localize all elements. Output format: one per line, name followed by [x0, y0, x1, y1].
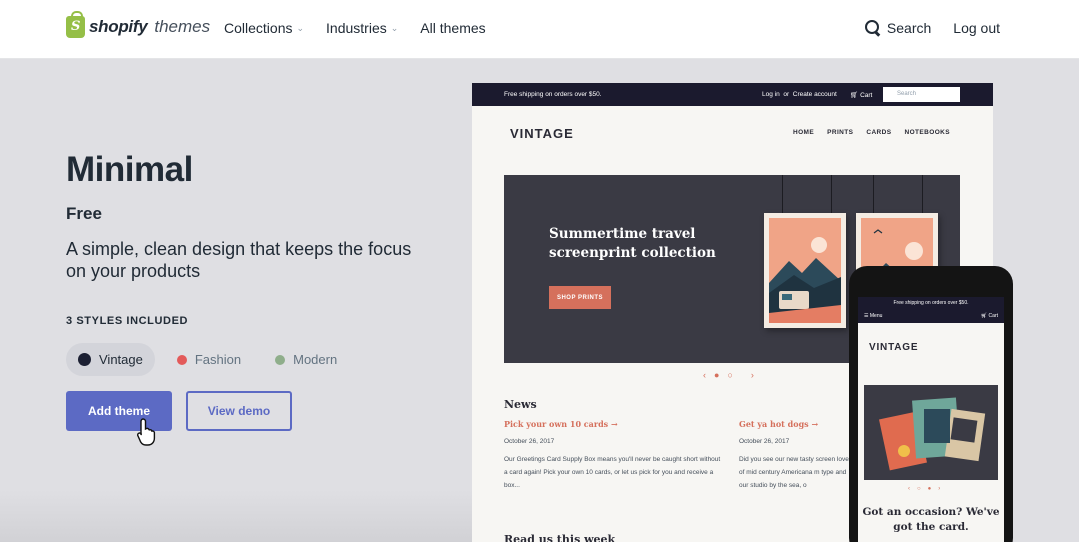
- style-vintage[interactable]: Vintage: [66, 343, 155, 376]
- poster-wire: [831, 175, 832, 213]
- shop-prints-button: SHOP PRINTS: [549, 286, 611, 309]
- logo-sub: themes: [154, 17, 211, 36]
- chevron-left-icon: ‹: [908, 486, 910, 492]
- poster-wire: [782, 175, 783, 213]
- preview-menu-item: CARDS: [866, 129, 892, 136]
- theme-title: Minimal: [66, 150, 193, 189]
- shopify-bag-icon: [66, 11, 85, 38]
- style-picker: Vintage Fashion Modern: [66, 343, 349, 376]
- bottom-fade: [0, 490, 472, 542]
- phone-screen: Free shipping on orders over $50. ☰ Menu…: [858, 297, 1004, 542]
- nav-industries-label: Industries: [326, 20, 387, 36]
- theme-price: Free: [66, 204, 102, 223]
- article-date: October 26, 2017: [739, 438, 790, 445]
- style-label: Vintage: [99, 352, 143, 367]
- preview-menu-item: PRINTS: [827, 129, 854, 136]
- phone-announcement: Free shipping on orders over $50.: [858, 297, 1004, 309]
- phone-menu-label: Menu: [869, 313, 883, 319]
- phone-carousel-controls: ‹ ○ ● ›: [908, 486, 940, 492]
- swatch-icon: [275, 354, 286, 365]
- travel-poster: [764, 213, 846, 328]
- style-label: Fashion: [194, 352, 242, 367]
- preview-carousel-controls: ‹ ● ○ ›: [703, 370, 754, 380]
- preview-or: or: [783, 91, 790, 98]
- hero-title: Summertime travel screenprint collection: [549, 226, 716, 261]
- shopify-themes-logo[interactable]: shopify themes: [66, 11, 211, 38]
- view-demo-button[interactable]: View demo: [186, 391, 292, 431]
- preview-article: Pick your own 10 cards → October 26, 201…: [504, 419, 724, 492]
- article-title: Get ya hot dogs →: [739, 419, 819, 429]
- preview-cart-label: Cart: [860, 92, 873, 99]
- chevron-right-icon: ›: [750, 370, 754, 380]
- article-date: October 26, 2017: [504, 438, 555, 445]
- carousel-dot: ●: [927, 486, 932, 492]
- main-nav: Collections ⌄ Industries ⌄ All themes: [224, 20, 486, 36]
- article-body: Did you see our new tasty screen love of…: [739, 456, 849, 489]
- cart-icon: 🛒︎: [850, 92, 859, 99]
- preview-menu: HOME PRINTS CARDS NOTEBOOKS: [793, 129, 950, 136]
- swatch-icon: [78, 353, 91, 366]
- swatch-icon: [176, 354, 187, 365]
- poster-wire: [873, 175, 874, 213]
- preview-next-heading: Read us this week: [504, 533, 616, 542]
- search-icon: [864, 20, 881, 36]
- chevron-right-icon: ›: [938, 486, 941, 492]
- poster-wire: [922, 175, 923, 213]
- search-button[interactable]: Search: [864, 20, 932, 36]
- preview-menu-item: NOTEBOOKS: [904, 129, 950, 136]
- preview-login: Log in: [762, 91, 780, 98]
- nav-collections-label: Collections: [224, 20, 293, 36]
- search-label: Search: [886, 20, 932, 36]
- preview-menu-item: HOME: [793, 129, 815, 136]
- nav-collections[interactable]: Collections ⌄: [224, 20, 304, 36]
- logo-brand: shopify: [89, 17, 148, 36]
- preview-article: Get ya hot dogs → October 26, 2017 Did y…: [739, 419, 851, 492]
- phone-hero: [864, 385, 998, 480]
- styles-label: 3 STYLES INCLUDED: [66, 315, 189, 327]
- cart-icon: 🛒︎: [980, 313, 988, 319]
- travel-poster-art: [769, 218, 841, 323]
- style-modern[interactable]: Modern: [263, 343, 349, 376]
- article-body: Our Greetings Card Supply Box means you'…: [504, 456, 721, 489]
- chevron-down-icon: ⌄: [390, 22, 399, 33]
- hand-cursor-icon: [136, 418, 156, 446]
- logout-link[interactable]: Log out: [953, 20, 1000, 36]
- preview-news-heading: News: [504, 398, 537, 411]
- preview-search-input: Search: [883, 87, 960, 102]
- mobile-preview: Free shipping on orders over $50. ☰ Menu…: [849, 266, 1013, 542]
- style-label: Modern: [293, 352, 338, 367]
- phone-cart-label: Cart: [988, 313, 998, 319]
- nav-industries[interactable]: Industries ⌄: [326, 20, 398, 36]
- preview-announcement-bar: Free shipping on orders over $50. Log in…: [472, 83, 993, 106]
- phone-menu: ☰ Menu: [864, 313, 883, 319]
- carousel-dot: ○: [917, 486, 921, 492]
- style-fashion[interactable]: Fashion: [165, 343, 253, 376]
- phone-caption: Got an occasion? We've got the card.: [862, 506, 1000, 533]
- top-nav: shopify themes Collections⌄ Industries⌄ …: [0, 0, 1079, 59]
- preview-announcement: Free shipping on orders over $50.: [504, 91, 602, 98]
- chevron-down-icon: ⌄: [296, 22, 305, 33]
- nav-right: Search Log out: [864, 20, 1000, 36]
- carousel-dot: ●: [714, 370, 720, 380]
- article-title: Pick your own 10 cards →: [504, 419, 618, 429]
- phone-cart: 🛒︎ Cart: [981, 313, 998, 319]
- phone-menu-bar: ☰ Menu 🛒︎ Cart: [858, 309, 1004, 323]
- carousel-dot: ○: [727, 370, 733, 380]
- chevron-left-icon: ‹: [703, 370, 706, 380]
- greeting-cards-image: [864, 385, 998, 480]
- phone-logo: VINTAGE: [869, 342, 919, 353]
- nav-all-themes[interactable]: All themes: [420, 20, 485, 36]
- theme-tagline: A simple, clean design that keeps the fo…: [66, 239, 412, 281]
- preview-cart: 🛒︎ Cart: [850, 91, 872, 99]
- preview-create-account: Create account: [792, 91, 837, 98]
- preview-logo: VINTAGE: [510, 126, 574, 141]
- preview-account-links: Log in or Create account: [762, 91, 837, 98]
